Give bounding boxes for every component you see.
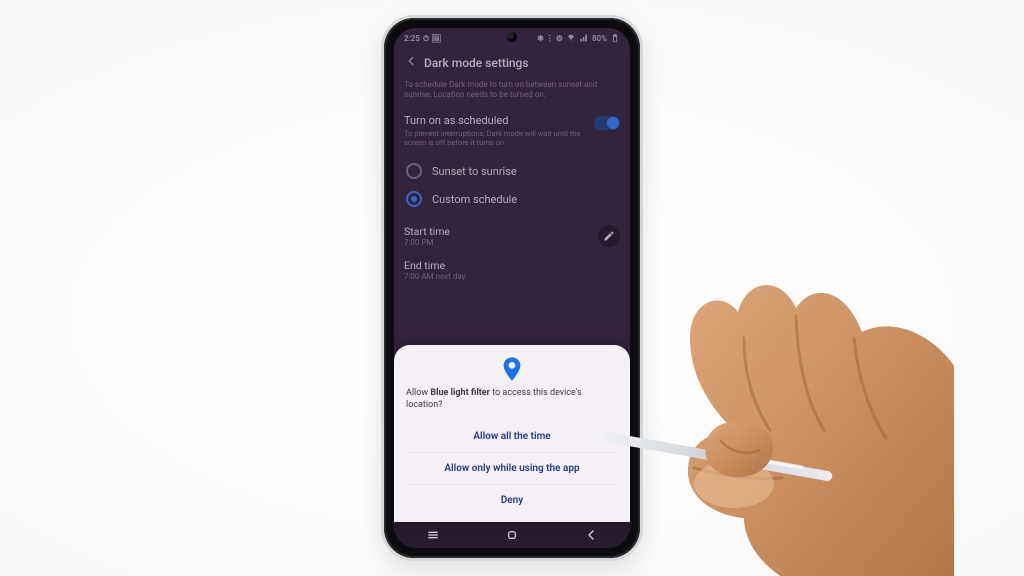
start-time-value: 7:00 PM [404,238,450,247]
schedule-sub: To prevent interruptions, Dark mode will… [404,129,586,147]
hand-with-stylus [594,246,954,576]
wifi-icon [566,33,576,45]
navigation-bar [394,522,630,548]
radio-icon [406,191,422,207]
turn-on-as-scheduled-row[interactable]: Turn on as scheduled To prevent interrup… [404,108,620,153]
permission-prompt: Allow Blue light filter to access this d… [406,387,618,411]
settings-page: Dark mode settings To schedule Dark mode… [394,48,630,287]
radio-label: Custom schedule [432,193,517,206]
radio-custom-schedule[interactable]: Custom schedule [404,185,620,213]
status-time: 2:25 [404,35,420,43]
status-misc-icons: ✱ ⋮ ⚙︎ [537,35,563,43]
deny-button[interactable]: Deny [406,484,618,516]
start-time-row[interactable]: Start time 7:00 PM [404,219,620,253]
radio-sunset-to-sunrise[interactable]: Sunset to sunrise [404,157,620,185]
prompt-prefix: Allow [406,388,430,398]
battery-icon [610,33,620,45]
punch-hole-camera [507,32,517,42]
page-title: Dark mode settings [424,56,529,70]
signal-icon [579,33,589,45]
phone-frame: 2:25 ⏱︎ 🖼 ✱ ⋮ ⚙︎ 80% [384,18,640,558]
schedule-label: Turn on as scheduled [404,114,586,127]
start-time-label: Start time [404,225,450,238]
edit-time-button[interactable] [598,225,620,247]
end-time-row[interactable]: End time 7:00 AM next day [404,253,620,287]
nav-home-button[interactable] [492,527,532,543]
permission-dialog: Allow Blue light filter to access this d… [394,345,630,522]
end-time-value: 7:00 AM next day [404,272,465,281]
schedule-toggle[interactable] [594,116,620,130]
nav-recents-button[interactable] [413,527,453,543]
nav-back-button[interactable] [571,527,611,543]
radio-icon [406,163,422,179]
battery-pct: 80% [592,35,607,43]
back-icon[interactable] [404,54,418,72]
allow-while-using-app-button[interactable]: Allow only while using the app [406,452,618,484]
radio-label: Sunset to sunrise [432,165,517,178]
status-notif-icons: ⏱︎ 🖼 [423,35,441,43]
allow-all-the-time-button[interactable]: Allow all the time [406,421,618,452]
end-time-label: End time [404,259,465,272]
phone-screen: 2:25 ⏱︎ 🖼 ✱ ⋮ ⚙︎ 80% [394,28,630,548]
prompt-app-name: Blue light filter [430,388,490,398]
location-pin-icon [406,357,618,381]
page-info-text: To schedule Dark mode to turn on between… [404,80,620,100]
